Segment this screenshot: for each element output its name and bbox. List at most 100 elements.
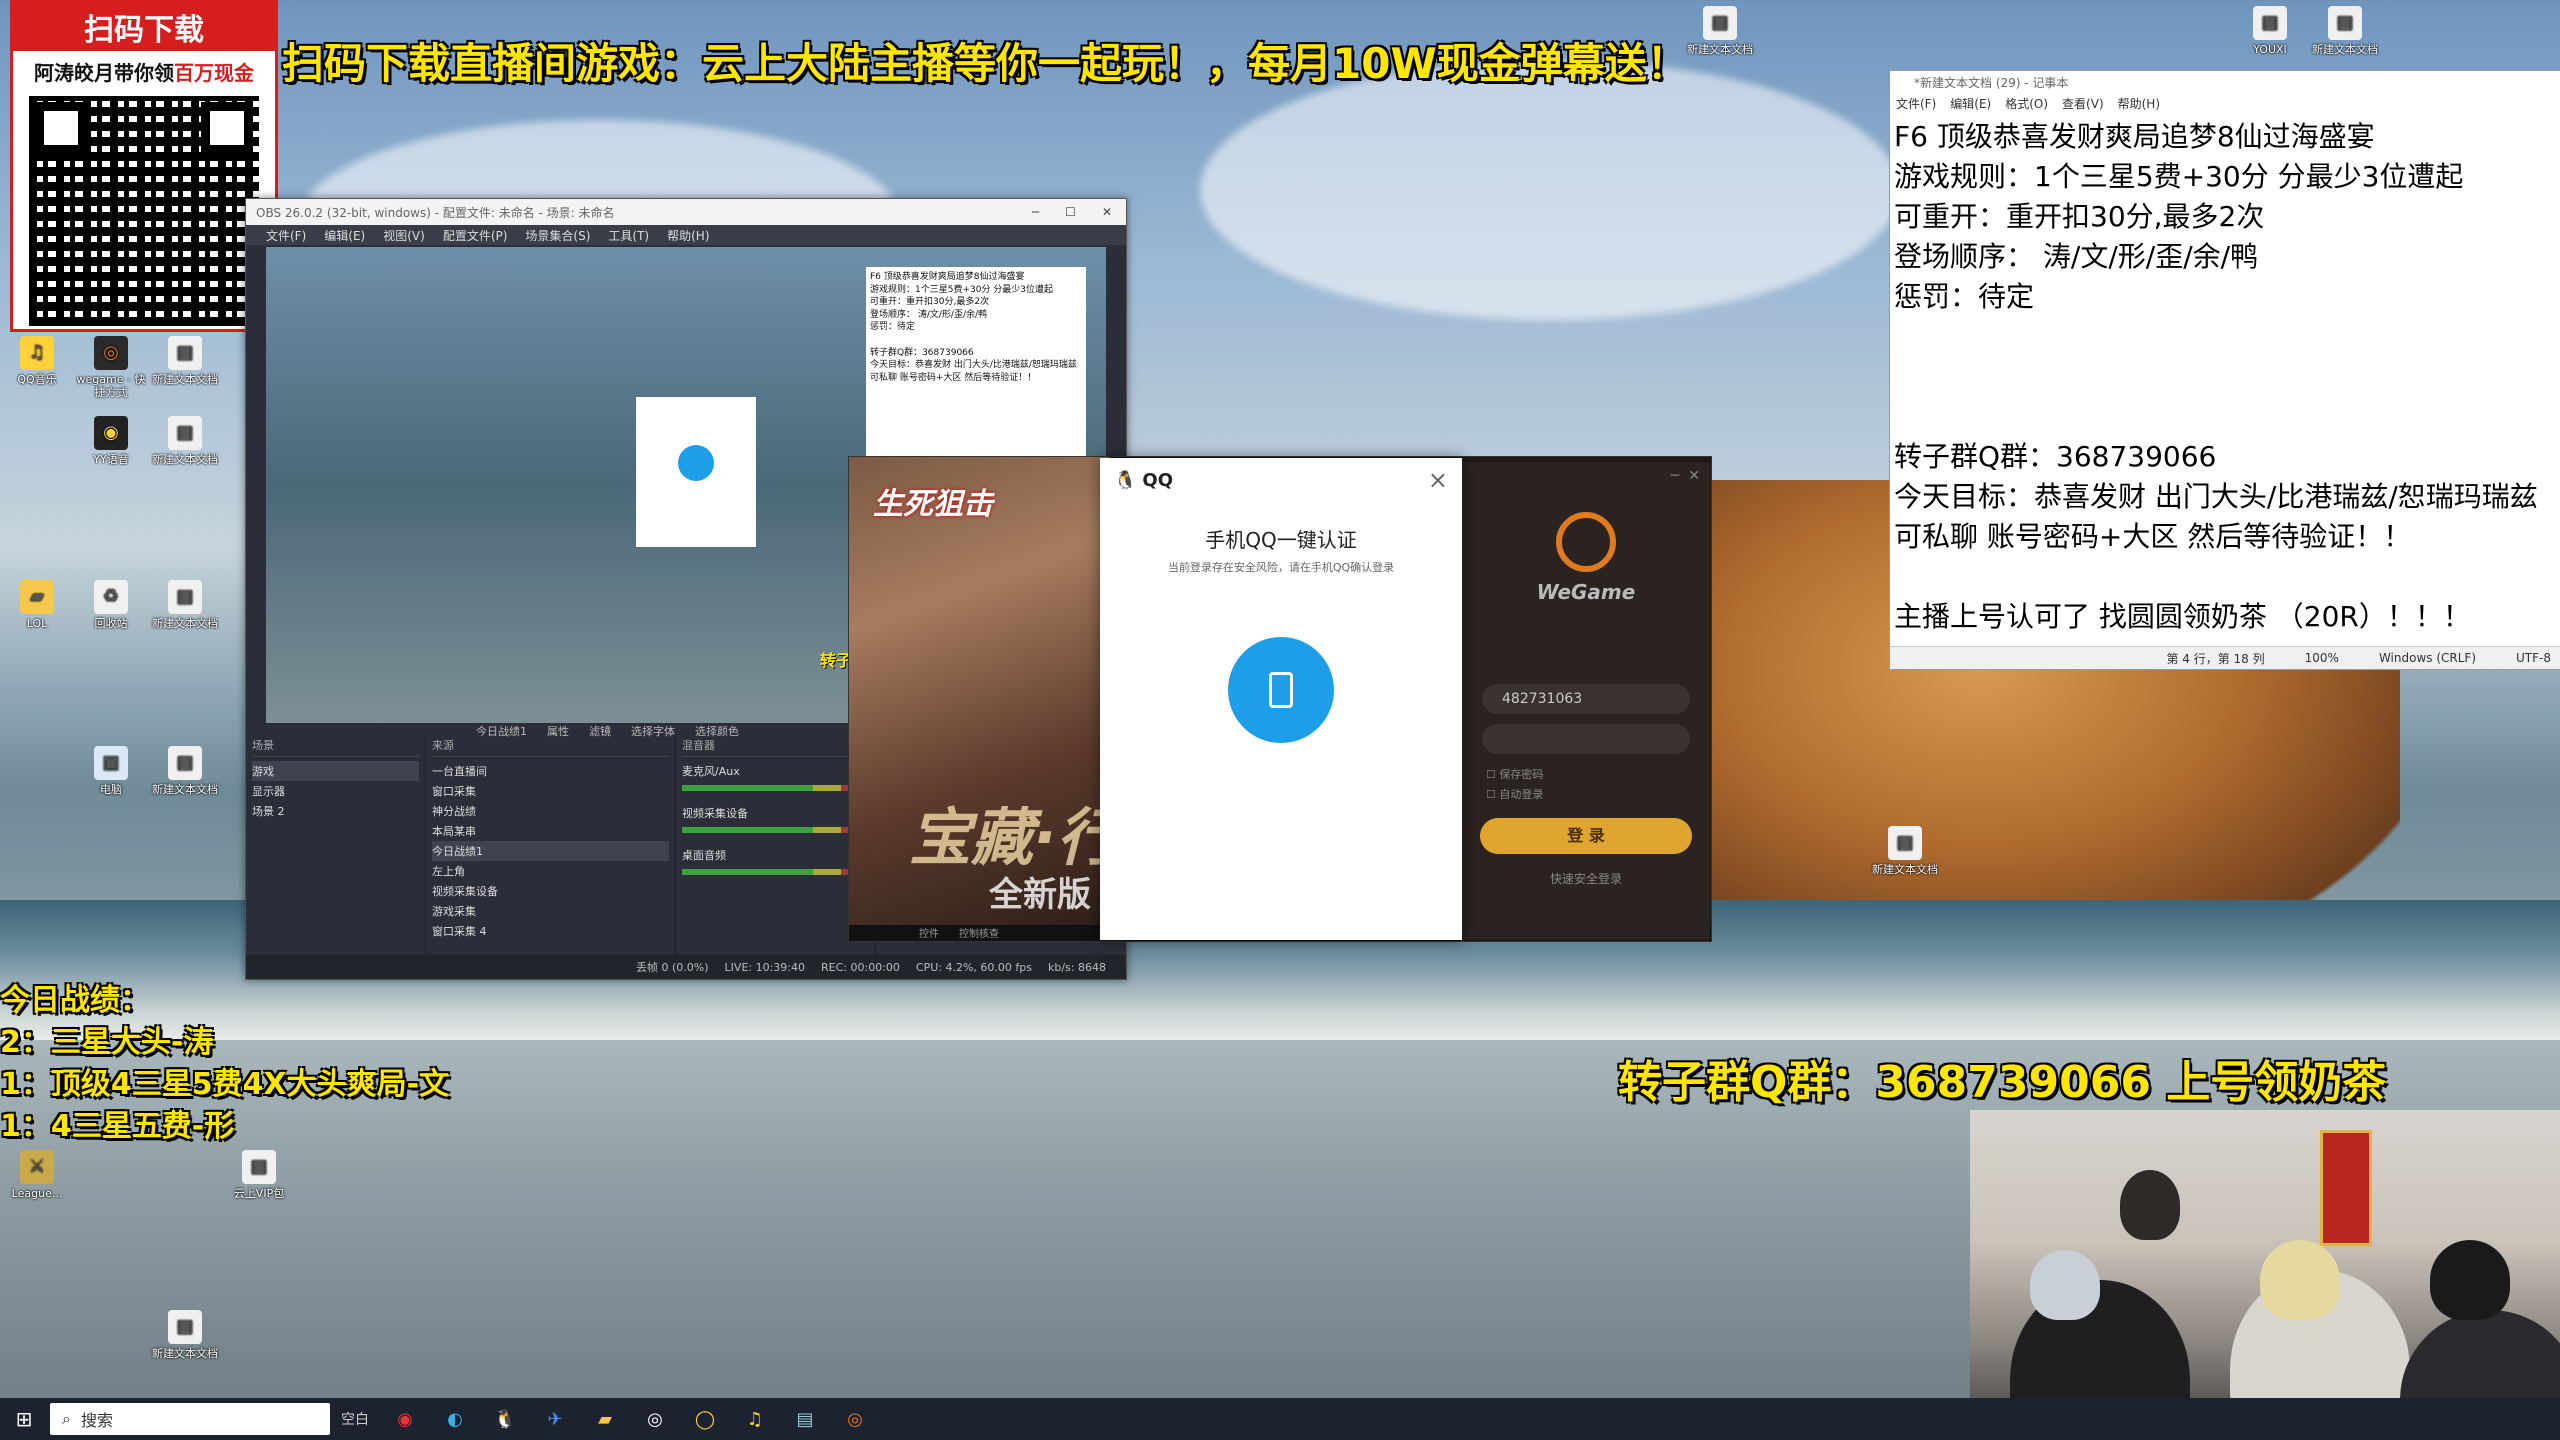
desktop-icon-youxi[interactable]: ▤ YOUXI [2235,6,2305,57]
account-input[interactable]: 482731063 [1482,684,1690,714]
taskbar: ⊞ ⌕ 搜索 空白 ◉ ◐ 🐧 ✈ ▰ ◎ ◯ ♫ ▤ ◎ [0,1398,2560,1440]
desktop-icon-qq-music[interactable]: ♫ QQ音乐 [2,336,72,387]
minimize-icon[interactable]: ─ [1671,468,1679,484]
obs-title: OBS 26.0.2 (32-bit, windows) - 配置文件: 未命名… [256,205,615,220]
yy-icon[interactable]: ◯ [680,1398,730,1440]
notepad-menu-edit[interactable]: 编辑(E) [1950,95,1991,112]
person-head [2430,1240,2510,1320]
taskbar-search[interactable]: ⌕ 搜索 [50,1403,330,1435]
folder-icon: ▰ [20,580,54,614]
notepad-text-area[interactable]: F6 顶级恭喜发财爽局追梦8仙过海盛宴 游戏规则：1个三星5费+30分 分最少3… [1890,113,2560,641]
cloud [1200,60,1900,320]
qr-code [29,96,259,326]
desktop-icon-text-file[interactable]: ▤ 新建文本文档 [150,1310,220,1361]
obs-menu-tools[interactable]: 工具(T) [608,227,649,244]
source-item[interactable]: 窗口采集 [432,781,669,801]
remember-password-checkbox[interactable]: ☐ 保存密码 [1486,766,1686,782]
login-button[interactable]: 登 录 [1480,818,1692,854]
wegame-icon[interactable]: ◎ [830,1398,880,1440]
record-item: 1：4三星五费-形 [0,1109,235,1144]
obs-menu-profile[interactable]: 配置文件(P) [443,227,508,244]
qq-brand: 🐧 QQ [1114,469,1174,491]
properties-button[interactable]: 属性 [547,723,569,738]
desktop-icon-yy[interactable]: ◉ YY语音 [76,416,146,467]
qq-music-icon[interactable]: ♫ [730,1398,780,1440]
desktop-icon-text-file[interactable]: ▤ 新建文本文档 [1870,826,1940,877]
color-button[interactable]: 选择颜色 [695,723,739,738]
scene-item[interactable]: 游戏 [252,761,419,781]
source-item[interactable]: 游戏采集 [432,901,669,921]
source-item[interactable]: 窗口采集 4 [432,921,669,941]
notepad-menu-format[interactable]: 格式(O) [2005,95,2048,112]
game-art-title: 宝藏·行 [909,801,1119,874]
text-file-icon: ▤ [242,1150,276,1184]
desktop-icon-text-file[interactable]: ▤ 新建文本文档 [150,580,220,631]
record-item: 2：三星大头-涛 [0,1025,214,1060]
obs-menu-file[interactable]: 文件(F) [266,227,306,244]
taskbar-blank[interactable]: 空白 [330,1409,380,1429]
desktop-icon-recycle[interactable]: ♻ 回收站 [76,580,146,631]
notepad-menu-file[interactable]: 文件(F) [1896,95,1936,112]
person-head [2260,1240,2340,1320]
qq-icon[interactable]: 🐧 [480,1398,530,1440]
desktop-icon-wegame[interactable]: ◎ wegame - 快捷方式 [76,336,146,399]
source-item[interactable]: 视频采集设备 [432,881,669,901]
maximize-icon[interactable]: ☐ [1065,205,1076,219]
obs-titlebar[interactable]: OBS 26.0.2 (32-bit, windows) - 配置文件: 未命名… [246,199,1126,225]
minimize-icon[interactable]: ─ [1032,205,1039,219]
desktop-icon-text-file[interactable]: ▤ 新建文本文档 [150,336,220,387]
desktop-icon-text-file[interactable]: ▤ 新建文本文档 [2310,6,2380,57]
obs-menu-scene-collection[interactable]: 场景集合(S) [525,227,590,244]
auto-login-checkbox[interactable]: ☐ 自动登录 [1486,786,1686,802]
source-item[interactable]: 今日战绩1 [432,841,669,861]
feishu-icon[interactable]: ✈ [530,1398,580,1440]
phone-confirm-button[interactable] [1228,637,1334,743]
game-art-subtitle: 全新版 [989,875,1091,915]
password-input[interactable] [1482,724,1690,754]
filters-button[interactable]: 滤镜 [589,723,611,738]
desktop-icon-league[interactable]: ⚔ League... [2,1150,72,1201]
close-icon[interactable]: × [1428,466,1448,494]
quick-login-link[interactable]: 快速安全登录 [1462,870,1710,887]
close-icon[interactable]: ✕ [1102,205,1112,219]
audio-meter[interactable] [682,827,869,833]
source-item[interactable]: 本局某串 [432,821,669,841]
notepad-icon[interactable]: ▤ [780,1398,830,1440]
desktop-icon-yunshang[interactable]: ▤ 云上VIP包 [224,1150,294,1201]
source-item[interactable]: 左上角 [432,861,669,881]
wegame-login-panel: ─ ✕ WeGame 482731063 ☐ 保存密码 ☐ 自动登录 登 录 快… [1462,462,1710,940]
audio-meter[interactable] [682,869,869,875]
file-explorer-icon[interactable]: ▰ [580,1398,630,1440]
desktop-icon-text-file[interactable]: ▤ 新建文本文档 [150,416,220,467]
edge-browser-icon[interactable]: ◐ [430,1398,480,1440]
desktop-icon-lol[interactable]: ▰ LOL [2,580,72,631]
scenes-panel: 场景 游戏 显示器 场景 2 [246,733,426,955]
desktop-icon-text-file[interactable]: ▤ 新建文本文档 [150,746,220,797]
obs-menu-help[interactable]: 帮助(H) [667,227,709,244]
obs-menu-edit[interactable]: 编辑(E) [324,227,365,244]
font-button[interactable]: 选择字体 [631,723,675,738]
computer-icon: ▣ [94,746,128,780]
desktop-icon-text-file[interactable]: ▤ 新建文本文档 [1685,6,1755,57]
windows-start-icon[interactable]: ⊞ [0,1407,48,1431]
notepad-window[interactable]: *新建文本文档 (29) - 记事本 文件(F) 编辑(E) 格式(O) 查看(… [1889,70,2560,670]
source-item[interactable]: 神分战绩 [432,801,669,821]
close-icon[interactable]: ✕ [1688,468,1700,484]
notepad-menu-help[interactable]: 帮助(H) [2118,95,2160,112]
source-item[interactable]: 一台直播间 [432,761,669,781]
obs-icon[interactable]: ◎ [630,1398,680,1440]
netease-music-icon[interactable]: ◉ [380,1398,430,1440]
audio-meter[interactable] [682,785,869,791]
text-file-icon: ▤ [2328,6,2362,40]
person-head [2030,1250,2100,1320]
scene-item[interactable]: 显示器 [252,781,419,801]
notepad-menu-view[interactable]: 查看(V) [2062,95,2104,112]
preview-notepad: F6 顶级恭喜发财爽局追梦8仙过海盛宴 游戏规则：1个三星5费+30分 分最少3… [866,267,1086,457]
text-file-icon: ▤ [168,1310,202,1344]
obs-menubar: 文件(F) 编辑(E) 视图(V) 配置文件(P) 场景集合(S) 工具(T) … [246,225,1126,245]
desktop-icon-computer[interactable]: ▣ 电脑 [76,746,146,797]
obs-menu-view[interactable]: 视图(V) [383,227,425,244]
wegame-name: WeGame [1536,580,1636,604]
scene-item[interactable]: 场景 2 [252,801,419,821]
music-icon: ♫ [20,336,54,370]
